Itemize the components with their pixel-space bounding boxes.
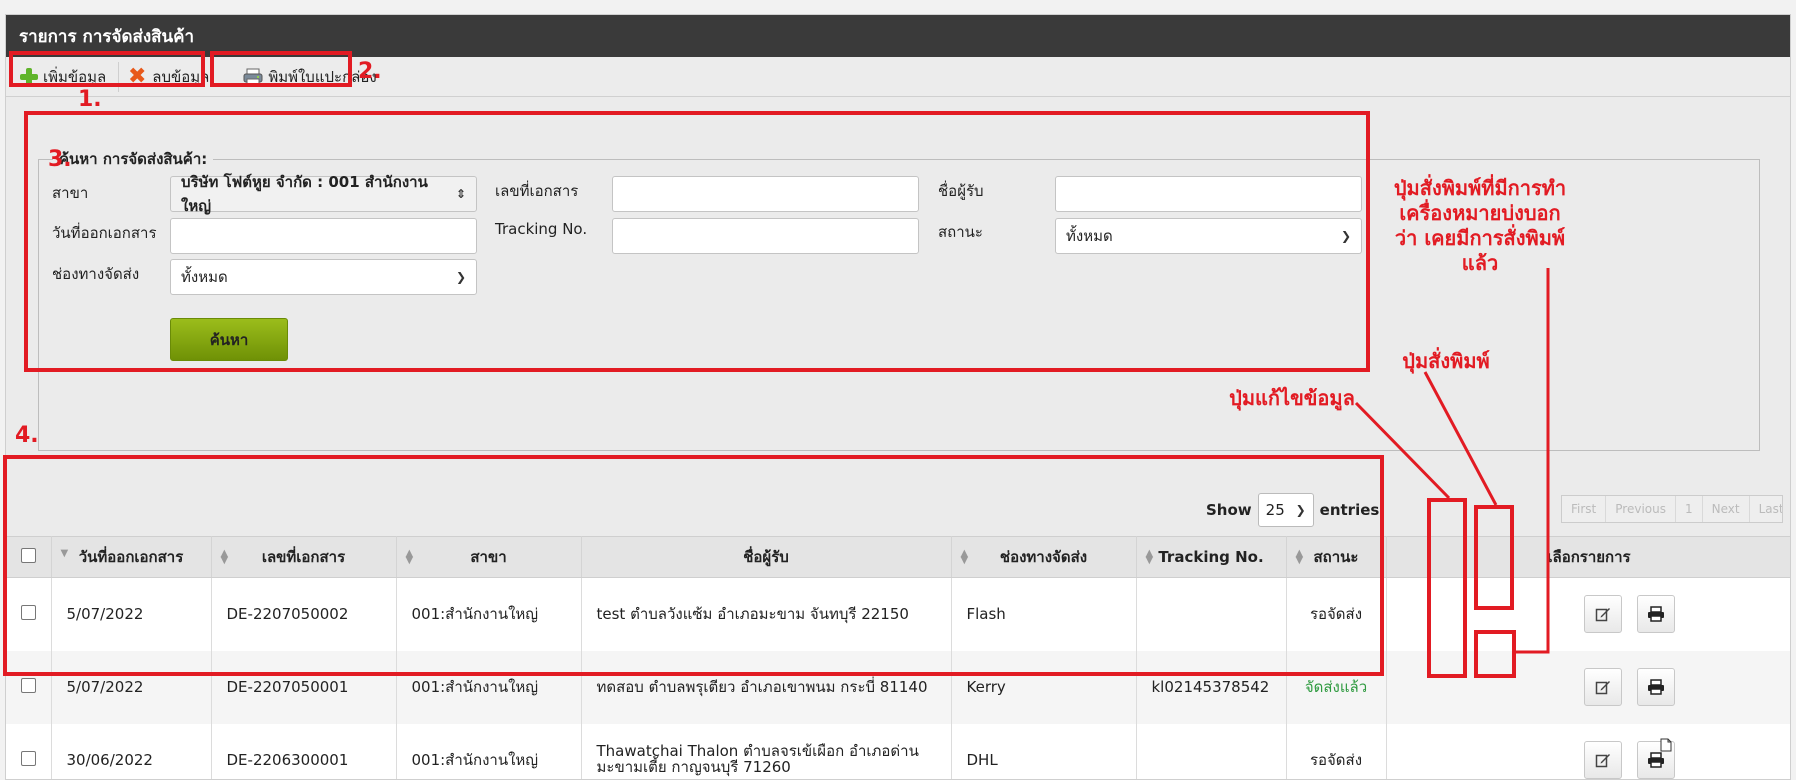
arrow-printed (1516, 268, 1550, 654)
annotation-arrows (1354, 268, 1550, 654)
arrow-edit (1354, 401, 1451, 500)
